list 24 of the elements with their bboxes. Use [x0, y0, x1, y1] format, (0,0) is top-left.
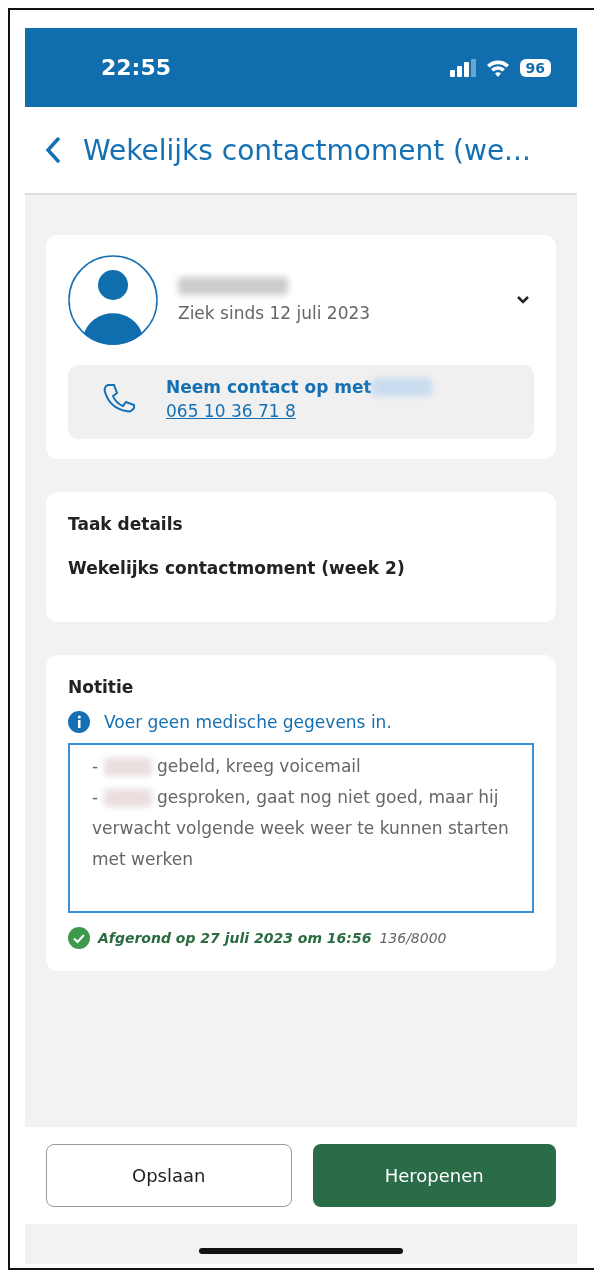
status-time: 22:55	[101, 55, 173, 80]
contact-label: Neem contact op met	[166, 377, 372, 397]
chevron-icon	[516, 295, 530, 305]
section-heading: Taak details	[68, 514, 184, 534]
task-description: Wekelijks contactmoment (week 2)	[68, 558, 406, 580]
save-button[interactable]: Opslaan	[46, 1144, 292, 1207]
reopen-button[interactable]: Heropenen	[312, 1144, 556, 1207]
info-icon	[68, 711, 90, 733]
warning-text: Voer geen medische gegevens in.	[104, 712, 392, 732]
page-title: Wekelijks contactmoment (we...	[83, 133, 531, 167]
sick-since-text: Ziek sinds 12 juli 2023	[178, 303, 372, 323]
avatar-icon	[68, 255, 158, 345]
completed-status: Afgerond op 27 juli 2023 om 16:56	[98, 930, 372, 946]
character-count: 136/8000	[379, 930, 447, 946]
blurred-name	[371, 378, 432, 396]
wifi-icon	[485, 58, 510, 77]
battery-level: 96	[519, 58, 551, 77]
back-icon[interactable]	[45, 137, 61, 163]
signal-icon	[449, 58, 476, 77]
note-line: - gesproken, gaat nog niet goed, maar hij verwacht volgende week weer te kunnen starten met werken	[91, 786, 510, 871]
note-field[interactable]: - gebeld, kreeg voicemail - gesproken, gaat nog niet goed, maar hij verwacht volgende week weer te kunnen starten met werken	[68, 743, 534, 913]
section-heading: Notitie	[68, 677, 135, 697]
note-line: - gebeld, kreeg voicemail	[91, 755, 362, 778]
phone-link[interactable]: 065 10 36 71 8	[166, 401, 432, 421]
